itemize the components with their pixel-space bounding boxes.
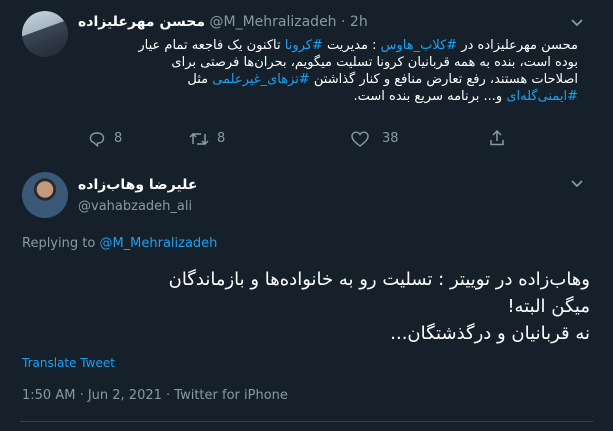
like-icon[interactable] (350, 130, 370, 148)
tweet1-separator: · (341, 14, 346, 30)
bottom-divider (20, 421, 593, 422)
tweet1-line-3: اصلاحات هستند، رفع تعارض منافع و کنار گذ… (78, 71, 578, 88)
replying-to: Replying to @M_Mehralizadeh (22, 236, 217, 251)
tweet1-text: محسن مهرعلیزاده در #کلاب_هاوس : مدیریت #… (78, 37, 578, 105)
tweet2-display-name[interactable]: علیرضا وهاب‌زاده (78, 177, 197, 193)
tweet1-line-1-part-3: : مدیریت (322, 38, 381, 53)
tweet1-line-1-part-1: محسن مهرعلیزاده در (457, 38, 578, 53)
tweet2-handle[interactable]: @vahabzadeh_ali (78, 199, 192, 214)
tweet2-text: وهاب‌زاده در توییتر : تسلیت رو به خانواد… (22, 266, 590, 347)
tweet1-header: محسن مهرعلیزاده @M_Mehralizadeh · 2h (78, 14, 368, 34)
tweet2-line-1: وهاب‌زاده در توییتر : تسلیت رو به خانواد… (168, 269, 590, 290)
hashtag-corona[interactable]: #کرونا (285, 38, 323, 53)
tweet1-line-2-part-1: بوده است، بنده به همه قربانیان کرونا تسل… (171, 55, 578, 70)
tweet2-line-3: نه قربانیان و درگذشتگان... (390, 323, 590, 344)
tweet1-line-1-part-5: تاکنون یک فاجعه تمام عیار (138, 38, 285, 53)
hashtag-clubhouse[interactable]: #کلاب_هاوس (381, 38, 458, 53)
tweet1-line-2: بوده است، بنده به همه قربانیان کرونا تسل… (78, 54, 578, 71)
avatar-mehralizadeh[interactable] (22, 11, 68, 57)
tweet1-time[interactable]: 2h (350, 14, 368, 30)
replying-to-label: Replying to (22, 236, 100, 251)
reply-icon[interactable] (88, 130, 106, 148)
tweet1-line-4: #ایمنی‌گله‌ای و... برنامه سریع بنده است. (78, 88, 578, 105)
retweet-icon[interactable] (188, 130, 210, 148)
tweet-timestamp[interactable]: 1:50 AM · Jun 2, 2021 · Twitter for iPho… (22, 388, 288, 403)
replying-to-handle[interactable]: @M_Mehralizadeh (99, 236, 217, 251)
tweet1-line-4-part-2: و... برنامه سریع بنده است. (353, 89, 507, 104)
tweet1-line-3-part-1: اصلاحات هستند، رفع تعارض منافع و کنار گذ… (309, 72, 578, 87)
tweet1-display-name[interactable]: محسن مهرعلیزاده (78, 14, 205, 30)
translate-tweet-link[interactable]: Translate Tweet (22, 356, 115, 370)
retweet-count: 8 (217, 131, 226, 146)
chevron-down-icon[interactable] (568, 13, 586, 31)
tweet1-line-1: محسن مهرعلیزاده در #کلاب_هاوس : مدیریت #… (78, 37, 578, 54)
tweet1-line-3-part-3: مثل (187, 72, 213, 87)
share-icon[interactable] (488, 129, 506, 147)
reply-count: 8 (114, 131, 123, 146)
tweet2-line-2: میگن البته! (507, 296, 590, 317)
avatar-vahabzadeh[interactable] (22, 172, 68, 218)
tweet1-handle[interactable]: @M_Mehralizadeh (210, 14, 337, 30)
like-count: 38 (382, 131, 399, 146)
hashtag-unscientific-theses[interactable]: #تزهای_غیرعلمی (212, 72, 309, 87)
hashtag-herd-immunity[interactable]: #ایمنی‌گله‌ای (506, 89, 578, 104)
tweet2-chevron-down-icon[interactable] (568, 174, 586, 192)
